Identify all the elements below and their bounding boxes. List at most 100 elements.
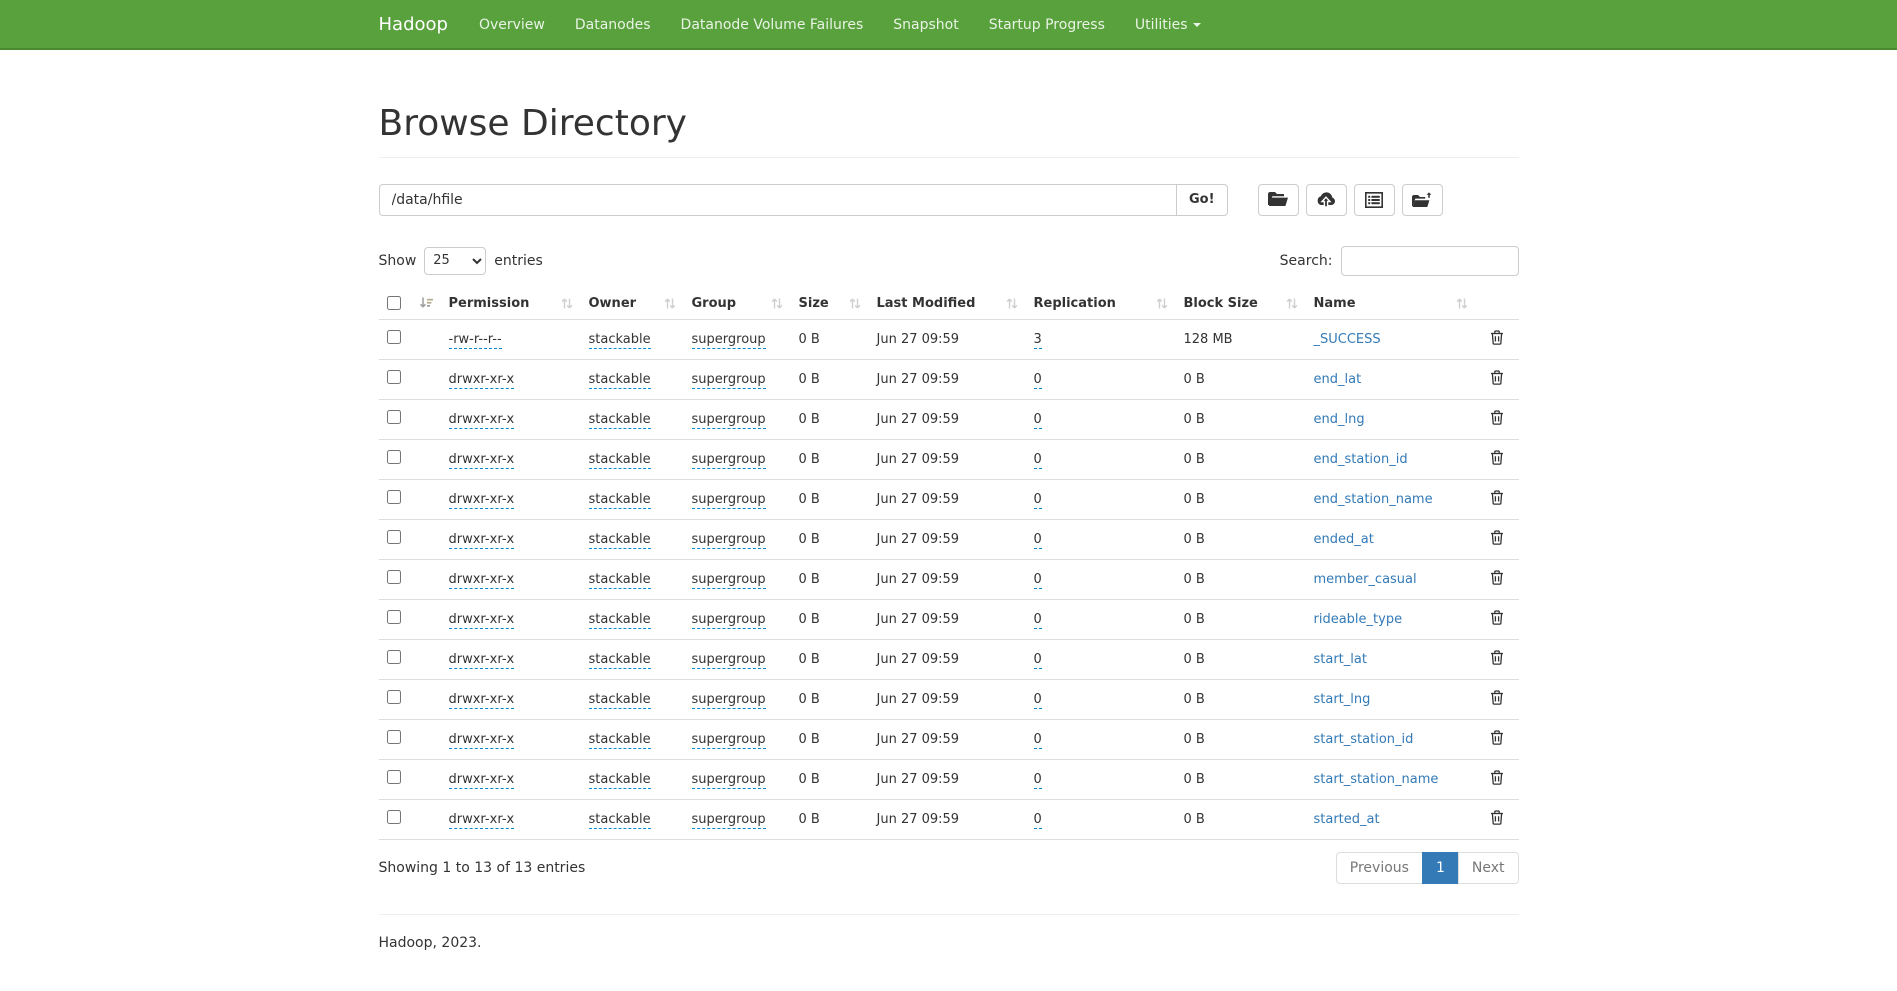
column-header-size[interactable]: Size bbox=[791, 288, 869, 320]
replication-value[interactable]: 0 bbox=[1034, 812, 1042, 829]
replication-value[interactable]: 0 bbox=[1034, 532, 1042, 549]
owner-value[interactable]: stackable bbox=[589, 412, 651, 429]
pagination-page-1[interactable]: 1 bbox=[1422, 852, 1459, 884]
group-value[interactable]: supergroup bbox=[692, 332, 766, 349]
permission-value[interactable]: drwxr-xr-x bbox=[449, 492, 515, 509]
trash-icon[interactable] bbox=[1490, 730, 1504, 749]
nav-item-startup-progress[interactable]: Startup Progress bbox=[974, 0, 1120, 50]
permission-value[interactable]: drwxr-xr-x bbox=[449, 652, 515, 669]
row-checkbox[interactable] bbox=[387, 530, 401, 544]
replication-value[interactable]: 0 bbox=[1034, 692, 1042, 709]
file-name-link[interactable]: start_station_id bbox=[1314, 732, 1414, 747]
owner-value[interactable]: stackable bbox=[589, 532, 651, 549]
file-name-link[interactable]: rideable_type bbox=[1314, 612, 1403, 627]
owner-value[interactable]: stackable bbox=[589, 572, 651, 589]
group-value[interactable]: supergroup bbox=[692, 732, 766, 749]
trash-icon[interactable] bbox=[1490, 770, 1504, 789]
move-paste-button[interactable] bbox=[1402, 184, 1443, 216]
column-header-owner[interactable]: Owner bbox=[581, 288, 684, 320]
file-name-link[interactable]: start_lat bbox=[1314, 652, 1367, 667]
file-name-link[interactable]: started_at bbox=[1314, 812, 1380, 827]
directory-path-input[interactable] bbox=[379, 184, 1176, 216]
row-checkbox[interactable] bbox=[387, 650, 401, 664]
replication-value[interactable]: 0 bbox=[1034, 412, 1042, 429]
replication-value[interactable]: 0 bbox=[1034, 652, 1042, 669]
replication-value[interactable]: 0 bbox=[1034, 372, 1042, 389]
file-name-link[interactable]: start_station_name bbox=[1314, 772, 1439, 787]
group-value[interactable]: supergroup bbox=[692, 692, 766, 709]
row-checkbox[interactable] bbox=[387, 410, 401, 424]
group-value[interactable]: supergroup bbox=[692, 372, 766, 389]
upload-file-button[interactable] bbox=[1306, 184, 1347, 216]
group-value[interactable]: supergroup bbox=[692, 532, 766, 549]
column-header-last-modified[interactable]: Last Modified bbox=[869, 288, 1026, 320]
owner-value[interactable]: stackable bbox=[589, 452, 651, 469]
permission-value[interactable]: drwxr-xr-x bbox=[449, 412, 515, 429]
go-button[interactable]: Go! bbox=[1176, 184, 1228, 216]
navbar-brand-hadoop[interactable]: Hadoop bbox=[379, 0, 464, 50]
trash-icon[interactable] bbox=[1490, 450, 1504, 469]
group-value[interactable]: supergroup bbox=[692, 452, 766, 469]
nav-item-datanode-volume-failures[interactable]: Datanode Volume Failures bbox=[666, 0, 879, 50]
replication-value[interactable]: 0 bbox=[1034, 452, 1042, 469]
search-input[interactable] bbox=[1341, 246, 1519, 276]
trash-icon[interactable] bbox=[1490, 410, 1504, 429]
owner-value[interactable]: stackable bbox=[589, 732, 651, 749]
replication-value[interactable]: 0 bbox=[1034, 732, 1042, 749]
trash-icon[interactable] bbox=[1490, 530, 1504, 549]
group-value[interactable]: supergroup bbox=[692, 572, 766, 589]
row-checkbox[interactable] bbox=[387, 570, 401, 584]
trash-icon[interactable] bbox=[1490, 810, 1504, 829]
trash-icon[interactable] bbox=[1490, 570, 1504, 589]
column-header-permission[interactable]: Permission bbox=[441, 288, 581, 320]
permission-value[interactable]: drwxr-xr-x bbox=[449, 692, 515, 709]
create-directory-button[interactable] bbox=[1258, 184, 1299, 216]
permission-value[interactable]: -rw-r--r-- bbox=[449, 332, 502, 349]
row-checkbox[interactable] bbox=[387, 370, 401, 384]
permission-value[interactable]: drwxr-xr-x bbox=[449, 812, 515, 829]
row-checkbox[interactable] bbox=[387, 450, 401, 464]
owner-value[interactable]: stackable bbox=[589, 772, 651, 789]
permission-value[interactable]: drwxr-xr-x bbox=[449, 772, 515, 789]
permission-value[interactable]: drwxr-xr-x bbox=[449, 732, 515, 749]
pagination-next[interactable]: Next bbox=[1458, 852, 1519, 884]
file-name-link[interactable]: start_lng bbox=[1314, 692, 1371, 707]
replication-value[interactable]: 3 bbox=[1034, 332, 1042, 349]
owner-value[interactable]: stackable bbox=[589, 492, 651, 509]
owner-value[interactable]: stackable bbox=[589, 332, 651, 349]
nav-item-datanodes[interactable]: Datanodes bbox=[560, 0, 666, 50]
file-name-link[interactable]: _SUCCESS bbox=[1314, 332, 1381, 347]
replication-value[interactable]: 0 bbox=[1034, 772, 1042, 789]
row-checkbox[interactable] bbox=[387, 810, 401, 824]
column-header-select-all[interactable] bbox=[379, 288, 441, 320]
nav-item-utilities[interactable]: Utilities bbox=[1120, 0, 1216, 50]
nav-item-overview[interactable]: Overview bbox=[464, 0, 560, 50]
group-value[interactable]: supergroup bbox=[692, 412, 766, 429]
row-checkbox[interactable] bbox=[387, 730, 401, 744]
trash-icon[interactable] bbox=[1490, 370, 1504, 389]
file-name-link[interactable]: member_casual bbox=[1314, 572, 1417, 587]
group-value[interactable]: supergroup bbox=[692, 652, 766, 669]
row-checkbox[interactable] bbox=[387, 690, 401, 704]
permission-value[interactable]: drwxr-xr-x bbox=[449, 572, 515, 589]
trash-icon[interactable] bbox=[1490, 690, 1504, 709]
trash-icon[interactable] bbox=[1490, 610, 1504, 629]
row-checkbox[interactable] bbox=[387, 330, 401, 344]
group-value[interactable]: supergroup bbox=[692, 772, 766, 789]
column-header-group[interactable]: Group bbox=[684, 288, 791, 320]
permission-value[interactable]: drwxr-xr-x bbox=[449, 372, 515, 389]
owner-value[interactable]: stackable bbox=[589, 652, 651, 669]
replication-value[interactable]: 0 bbox=[1034, 612, 1042, 629]
group-value[interactable]: supergroup bbox=[692, 612, 766, 629]
nav-item-snapshot[interactable]: Snapshot bbox=[878, 0, 973, 50]
column-header-block-size[interactable]: Block Size bbox=[1176, 288, 1306, 320]
row-checkbox[interactable] bbox=[387, 490, 401, 504]
permission-value[interactable]: drwxr-xr-x bbox=[449, 452, 515, 469]
column-header-replication[interactable]: Replication bbox=[1026, 288, 1176, 320]
owner-value[interactable]: stackable bbox=[589, 692, 651, 709]
owner-value[interactable]: stackable bbox=[589, 612, 651, 629]
page-length-select[interactable]: 25 bbox=[424, 247, 486, 275]
file-name-link[interactable]: end_station_name bbox=[1314, 492, 1433, 507]
pagination-previous[interactable]: Previous bbox=[1336, 852, 1423, 884]
trash-icon[interactable] bbox=[1490, 490, 1504, 509]
